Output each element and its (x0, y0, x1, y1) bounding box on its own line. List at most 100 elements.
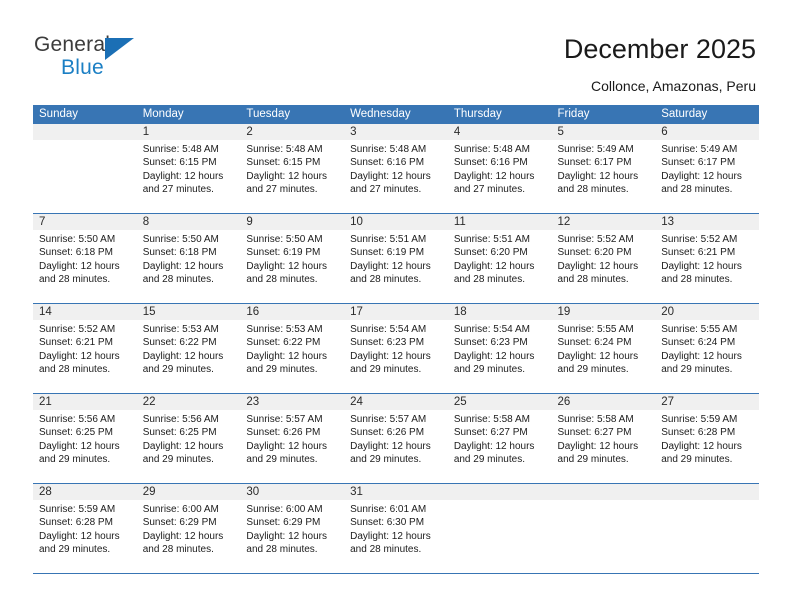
day-info: Sunrise: 5:57 AM Sunset: 6:26 PM Daylight:… (240, 410, 344, 467)
calendar-week-row: 21 Sunrise: 5:56 AM Sunset: 6:25 PM Dayligh… (33, 393, 759, 484)
daylight-text: Daylight: 12 hours and 27 minutes. (350, 170, 431, 196)
sunset-text: Sunset: 6:21 PM (661, 247, 736, 259)
calendar-day-cell[interactable]: 12 Sunrise: 5:52 AM Sunset: 6:20 PM Dayligh… (551, 213, 656, 304)
sunrise-text: Sunrise: 5:59 AM (661, 414, 738, 425)
calendar-day-cell-inner: 23 Sunrise: 5:57 AM Sunset: 6:26 PM Dayligh… (240, 394, 345, 483)
day-number: 31 (344, 484, 448, 500)
sunrise-text: Sunrise: 5:48 AM (246, 144, 323, 155)
day-number: 30 (240, 484, 345, 500)
sunset-text: Sunset: 6:20 PM (557, 247, 632, 259)
day-info: Sunrise: 5:52 AM Sunset: 6:21 PM Daylight:… (655, 230, 759, 287)
calendar-day-cell[interactable]: 26 Sunrise: 5:58 AM Sunset: 6:27 PM Dayligh… (551, 393, 656, 484)
day-number: 9 (240, 214, 345, 230)
calendar-day-cell[interactable]: 29 Sunrise: 6:00 AM Sunset: 6:29 PM Dayligh… (136, 483, 241, 574)
calendar-day-cell-inner: 27 Sunrise: 5:59 AM Sunset: 6:28 PM Dayligh… (655, 394, 759, 483)
calendar-day-cell-inner: 21 Sunrise: 5:56 AM Sunset: 6:25 PM Dayligh… (33, 394, 137, 483)
day-number (551, 484, 656, 500)
calendar-day-cell[interactable]: 16 Sunrise: 5:53 AM Sunset: 6:22 PM Dayligh… (240, 303, 345, 394)
calendar-day-cell[interactable]: 30 Sunrise: 6:00 AM Sunset: 6:29 PM Dayligh… (240, 483, 345, 574)
calendar-day-cell[interactable]: 10 Sunrise: 5:51 AM Sunset: 6:19 PM Dayligh… (344, 213, 448, 304)
sunset-text: Sunset: 6:16 PM (453, 157, 528, 169)
day-info: Sunrise: 5:52 AM Sunset: 6:21 PM Daylight:… (33, 320, 137, 377)
sunset-text: Sunset: 6:22 PM (246, 337, 321, 349)
day-number: 15 (136, 304, 241, 320)
calendar-week-row: 7 Sunrise: 5:50 AM Sunset: 6:18 PM Daylight… (33, 213, 759, 304)
sunset-text: Sunset: 6:18 PM (142, 247, 217, 259)
day-number: 13 (655, 214, 759, 230)
general-blue-logo[interactable]: General Blue (34, 33, 174, 83)
calendar-day-cell[interactable]: 19 Sunrise: 5:55 AM Sunset: 6:24 PM Dayligh… (551, 303, 656, 394)
calendar-day-cell[interactable]: 4 Sunrise: 5:48 AM Sunset: 6:16 PM Daylight… (447, 123, 552, 214)
day-info: Sunrise: 5:58 AM Sunset: 6:27 PM Daylight:… (552, 410, 656, 467)
logo-text-blue: Blue (61, 56, 104, 79)
sunrise-text: Sunrise: 5:48 AM (350, 144, 427, 155)
calendar-day-cell-inner (33, 124, 137, 213)
calendar-day-cell[interactable]: 21 Sunrise: 5:56 AM Sunset: 6:25 PM Dayligh… (33, 393, 137, 484)
calendar-day-cell-empty (447, 483, 552, 574)
sunset-text: Sunset: 6:22 PM (142, 337, 217, 349)
calendar-day-cell[interactable]: 1 Sunrise: 5:48 AM Sunset: 6:15 PM Daylight… (136, 123, 241, 214)
weekday-header-wednesday: Wednesday (344, 105, 448, 124)
sunrise-sunset-calendar-table: Sunday Monday Tuesday Wednesday Thursday… (33, 105, 759, 574)
calendar-day-cell[interactable]: 22 Sunrise: 5:56 AM Sunset: 6:25 PM Dayligh… (136, 393, 241, 484)
calendar-day-cell[interactable]: 14 Sunrise: 5:52 AM Sunset: 6:21 PM Dayligh… (33, 303, 137, 394)
calendar-day-cell[interactable]: 15 Sunrise: 5:53 AM Sunset: 6:22 PM Dayligh… (136, 303, 241, 394)
daylight-text: Daylight: 12 hours and 29 minutes. (39, 440, 120, 466)
daylight-text: Daylight: 12 hours and 28 minutes. (246, 260, 328, 286)
calendar-day-cell[interactable]: 6 Sunrise: 5:49 AM Sunset: 6:17 PM Daylight… (655, 123, 759, 214)
calendar-day-cell[interactable]: 13 Sunrise: 5:52 AM Sunset: 6:21 PM Dayligh… (655, 213, 759, 304)
sunset-text: Sunset: 6:19 PM (350, 247, 425, 259)
calendar-day-cell[interactable]: 2 Sunrise: 5:48 AM Sunset: 6:15 PM Daylight… (240, 123, 345, 214)
calendar-day-cell[interactable]: 8 Sunrise: 5:50 AM Sunset: 6:18 PM Daylight… (136, 213, 241, 304)
calendar-day-cell-inner: 14 Sunrise: 5:52 AM Sunset: 6:21 PM Dayligh… (33, 304, 137, 393)
calendar-day-cell[interactable]: 11 Sunrise: 5:51 AM Sunset: 6:20 PM Dayligh… (447, 213, 552, 304)
daylight-text: Daylight: 12 hours and 29 minutes. (661, 440, 742, 466)
sunset-text: Sunset: 6:17 PM (661, 157, 736, 169)
day-number: 1 (136, 124, 241, 140)
weekday-header-tuesday: Tuesday (240, 105, 345, 124)
daylight-text: Daylight: 12 hours and 28 minutes. (557, 170, 639, 196)
calendar-day-cell[interactable]: 28 Sunrise: 5:59 AM Sunset: 6:28 PM Dayligh… (33, 483, 137, 574)
sunrise-text: Sunrise: 5:51 AM (350, 234, 427, 245)
calendar-day-cell[interactable]: 20 Sunrise: 5:55 AM Sunset: 6:24 PM Dayligh… (655, 303, 759, 394)
day-info: Sunrise: 5:59 AM Sunset: 6:28 PM Daylight:… (33, 500, 137, 557)
calendar-day-cell[interactable]: 24 Sunrise: 5:57 AM Sunset: 6:26 PM Dayligh… (344, 393, 448, 484)
sunset-text: Sunset: 6:21 PM (39, 337, 113, 349)
calendar-day-cell[interactable]: 31 Sunrise: 6:01 AM Sunset: 6:30 PM Dayligh… (344, 483, 448, 574)
calendar-day-cell[interactable]: 17 Sunrise: 5:54 AM Sunset: 6:23 PM Dayligh… (344, 303, 448, 394)
sunrise-text: Sunrise: 5:52 AM (661, 234, 738, 245)
calendar-day-cell[interactable]: 25 Sunrise: 5:58 AM Sunset: 6:27 PM Dayligh… (447, 393, 552, 484)
day-info: Sunrise: 5:56 AM Sunset: 6:25 PM Daylight:… (137, 410, 241, 467)
calendar-day-cell[interactable]: 9 Sunrise: 5:50 AM Sunset: 6:19 PM Daylight… (240, 213, 345, 304)
day-info: Sunrise: 5:48 AM Sunset: 6:15 PM Daylight:… (137, 140, 241, 197)
day-info: Sunrise: 5:48 AM Sunset: 6:16 PM Daylight:… (344, 140, 448, 197)
calendar-day-cell-inner: 2 Sunrise: 5:48 AM Sunset: 6:15 PM Daylight… (240, 124, 345, 213)
daylight-text: Daylight: 12 hours and 28 minutes. (661, 260, 742, 286)
day-info: Sunrise: 5:52 AM Sunset: 6:20 PM Daylight:… (552, 230, 656, 287)
calendar-day-cell[interactable]: 23 Sunrise: 5:57 AM Sunset: 6:26 PM Dayligh… (240, 393, 345, 484)
calendar-day-cell-inner (447, 484, 552, 573)
page-header: General Blue December 2025 Collonce, Ama… (0, 0, 792, 102)
sunset-text: Sunset: 6:26 PM (246, 427, 321, 439)
calendar-day-cell[interactable]: 7 Sunrise: 5:50 AM Sunset: 6:18 PM Daylight… (33, 213, 137, 304)
sunset-text: Sunset: 6:29 PM (246, 517, 321, 529)
sunrise-text: Sunrise: 5:55 AM (661, 324, 738, 335)
day-number: 19 (551, 304, 656, 320)
day-info: Sunrise: 5:59 AM Sunset: 6:28 PM Daylight:… (655, 410, 759, 467)
calendar-day-cell[interactable]: 3 Sunrise: 5:48 AM Sunset: 6:16 PM Daylight… (344, 123, 448, 214)
calendar-day-cell[interactable]: 18 Sunrise: 5:54 AM Sunset: 6:23 PM Dayligh… (447, 303, 552, 394)
calendar-day-cell-inner: 16 Sunrise: 5:53 AM Sunset: 6:22 PM Dayligh… (240, 304, 345, 393)
logo-text-general: General (34, 33, 111, 56)
day-info: Sunrise: 5:55 AM Sunset: 6:24 PM Daylight:… (552, 320, 656, 377)
sunset-text: Sunset: 6:28 PM (39, 517, 113, 529)
day-info: Sunrise: 5:48 AM Sunset: 6:15 PM Daylight:… (240, 140, 344, 197)
sunrise-text: Sunrise: 5:58 AM (453, 414, 530, 425)
daylight-text: Daylight: 12 hours and 28 minutes. (350, 530, 431, 556)
calendar-day-cell[interactable]: 27 Sunrise: 5:59 AM Sunset: 6:28 PM Dayligh… (655, 393, 759, 484)
calendar-day-cell-inner: 5 Sunrise: 5:49 AM Sunset: 6:17 PM Daylight… (551, 124, 656, 213)
sunrise-text: Sunrise: 5:49 AM (557, 144, 634, 155)
sunrise-text: Sunrise: 5:51 AM (453, 234, 530, 245)
calendar-day-cell[interactable]: 5 Sunrise: 5:49 AM Sunset: 6:17 PM Daylight… (551, 123, 656, 214)
day-number (33, 124, 137, 140)
calendar-day-cell-inner: 3 Sunrise: 5:48 AM Sunset: 6:16 PM Daylight… (344, 124, 448, 213)
